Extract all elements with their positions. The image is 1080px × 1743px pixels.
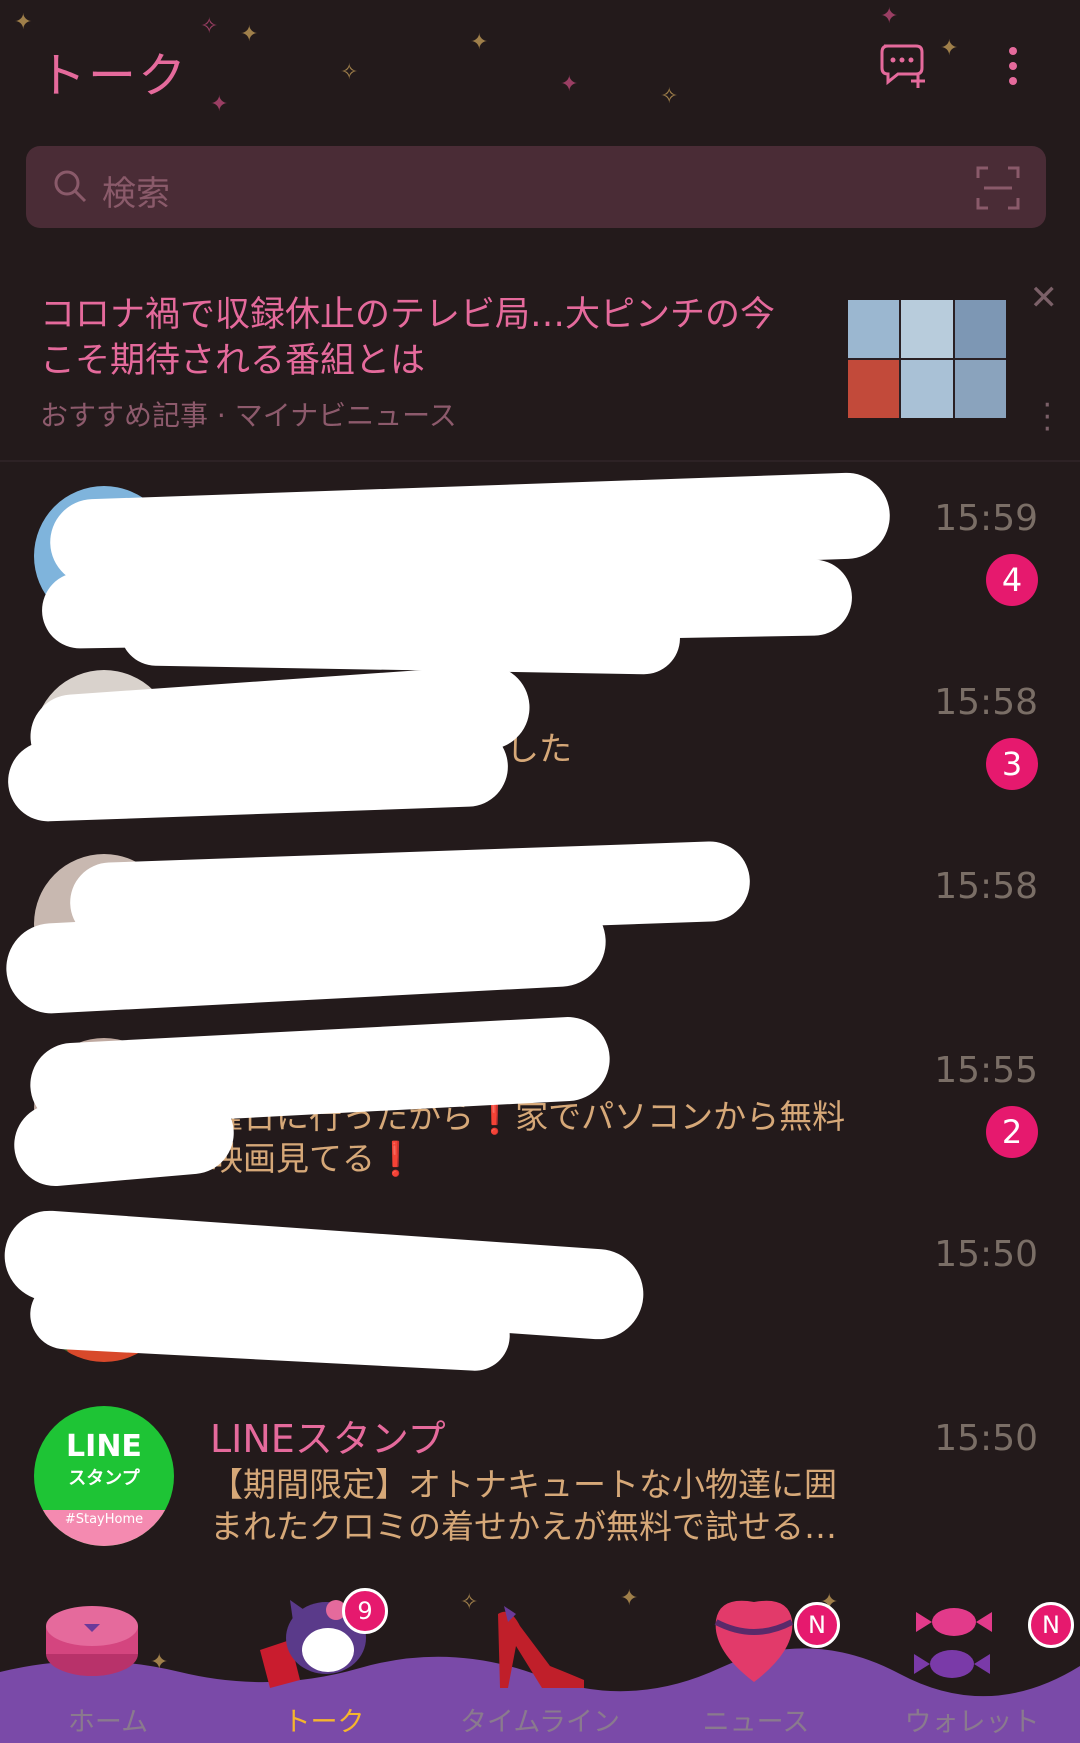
chat-time: 15:55 [934, 1050, 1038, 1091]
chat-name: LINEスタンプ [210, 1417, 446, 1461]
chat-time: 15:58 [934, 866, 1038, 907]
strawberry-icon [706, 1588, 802, 1692]
page-title: トーク [38, 48, 189, 104]
tab-home[interactable]: ホーム [0, 1580, 216, 1743]
avatar[interactable]: LINE スタンプ #StayHome [34, 1406, 174, 1546]
redaction-mark [119, 593, 681, 675]
qr-scan-icon[interactable] [976, 166, 1020, 214]
unread-badge: 2 [986, 1106, 1038, 1158]
news-thumbnail[interactable] [848, 300, 1006, 418]
more-vertical-icon[interactable] [1006, 46, 1020, 90]
high-heel-icon [490, 1596, 590, 1696]
tab-badge: N [794, 1602, 840, 1648]
tab-badge: N [1028, 1602, 1074, 1648]
tab-label: ホーム [67, 1707, 149, 1738]
sparkle-decoration: ✧ [340, 60, 359, 85]
sparkle-decoration: ✧ [200, 14, 219, 39]
sparkle-decoration: ✦ [880, 4, 899, 29]
chat-time: 15:58 [934, 682, 1038, 723]
sparkle-decoration: ✦ [940, 36, 959, 61]
home-icon [44, 1600, 140, 1684]
sparkle-decoration: ✦ [240, 22, 259, 47]
tab-bar: ✦ ✧ ✦ ✦ ホーム 9 トーク タイムライン N ニュース N ウォレット [0, 1580, 1080, 1743]
news-source: おすすめ記事 · マイナビニュース [40, 399, 457, 432]
tab-label: タイムライン [459, 1707, 621, 1738]
chat-time: 15:59 [934, 498, 1038, 539]
chat-row[interactable]: LINE スタンプ #StayHome LINEスタンプ 【期間限定】オトナキュ… [0, 1382, 1080, 1566]
search-icon [50, 166, 90, 210]
tab-wallet[interactable]: N ウォレット [864, 1580, 1080, 1743]
tab-timeline[interactable]: タイムライン [432, 1580, 648, 1743]
header: ✦ ✧ ✦ ✦ ✦ ✧ ✦ ✦ ✧ ✦ トーク [0, 0, 1080, 140]
tab-label: トーク [283, 1707, 365, 1738]
sparkle-decoration: ✧ [660, 84, 679, 109]
avatar-tag: #StayHome [64, 1512, 144, 1527]
chat-message: 【期間限定】オトナキュートな小物達に囲まれたクロミの着せかえが無料で試せる… [210, 1465, 837, 1546]
sparkle-decoration: ✦ [470, 30, 489, 55]
chat-time: 15:50 [934, 1234, 1038, 1275]
tab-label: ウォレット [904, 1707, 1040, 1738]
line-logo-subtext: スタンプ [68, 1468, 140, 1489]
sparkle-decoration: ✦ [560, 72, 579, 97]
sparkle-decoration: ✦ [210, 92, 229, 117]
more-options-icon[interactable]: · · · [1042, 391, 1052, 445]
tab-badge: 9 [342, 1588, 388, 1634]
chat-plus-icon[interactable] [878, 42, 930, 94]
news-headline[interactable]: コロナ禍で収録休止のテレビ局…大ピンチの今こそ期待される番組とは [40, 292, 800, 384]
search-bar[interactable]: 検索 [26, 146, 1046, 228]
candy-icon [914, 1598, 1014, 1692]
unread-badge: 3 [986, 738, 1038, 790]
news-card[interactable]: コロナ禍で収録休止のテレビ局…大ピンチの今こそ期待される番組とは おすすめ記事 … [0, 260, 1080, 460]
search-placeholder: 検索 [102, 174, 170, 214]
sparkle-decoration: ✦ [14, 10, 33, 35]
unread-badge: 4 [986, 554, 1038, 606]
close-icon[interactable]: ✕ [1030, 278, 1059, 318]
tab-news[interactable]: N ニュース [648, 1580, 864, 1743]
line-logo-text: LINE [66, 1429, 142, 1464]
tab-label: ニュース [702, 1707, 810, 1738]
chat-time: 15:50 [934, 1418, 1038, 1459]
tab-talk[interactable]: 9 トーク [216, 1580, 432, 1743]
